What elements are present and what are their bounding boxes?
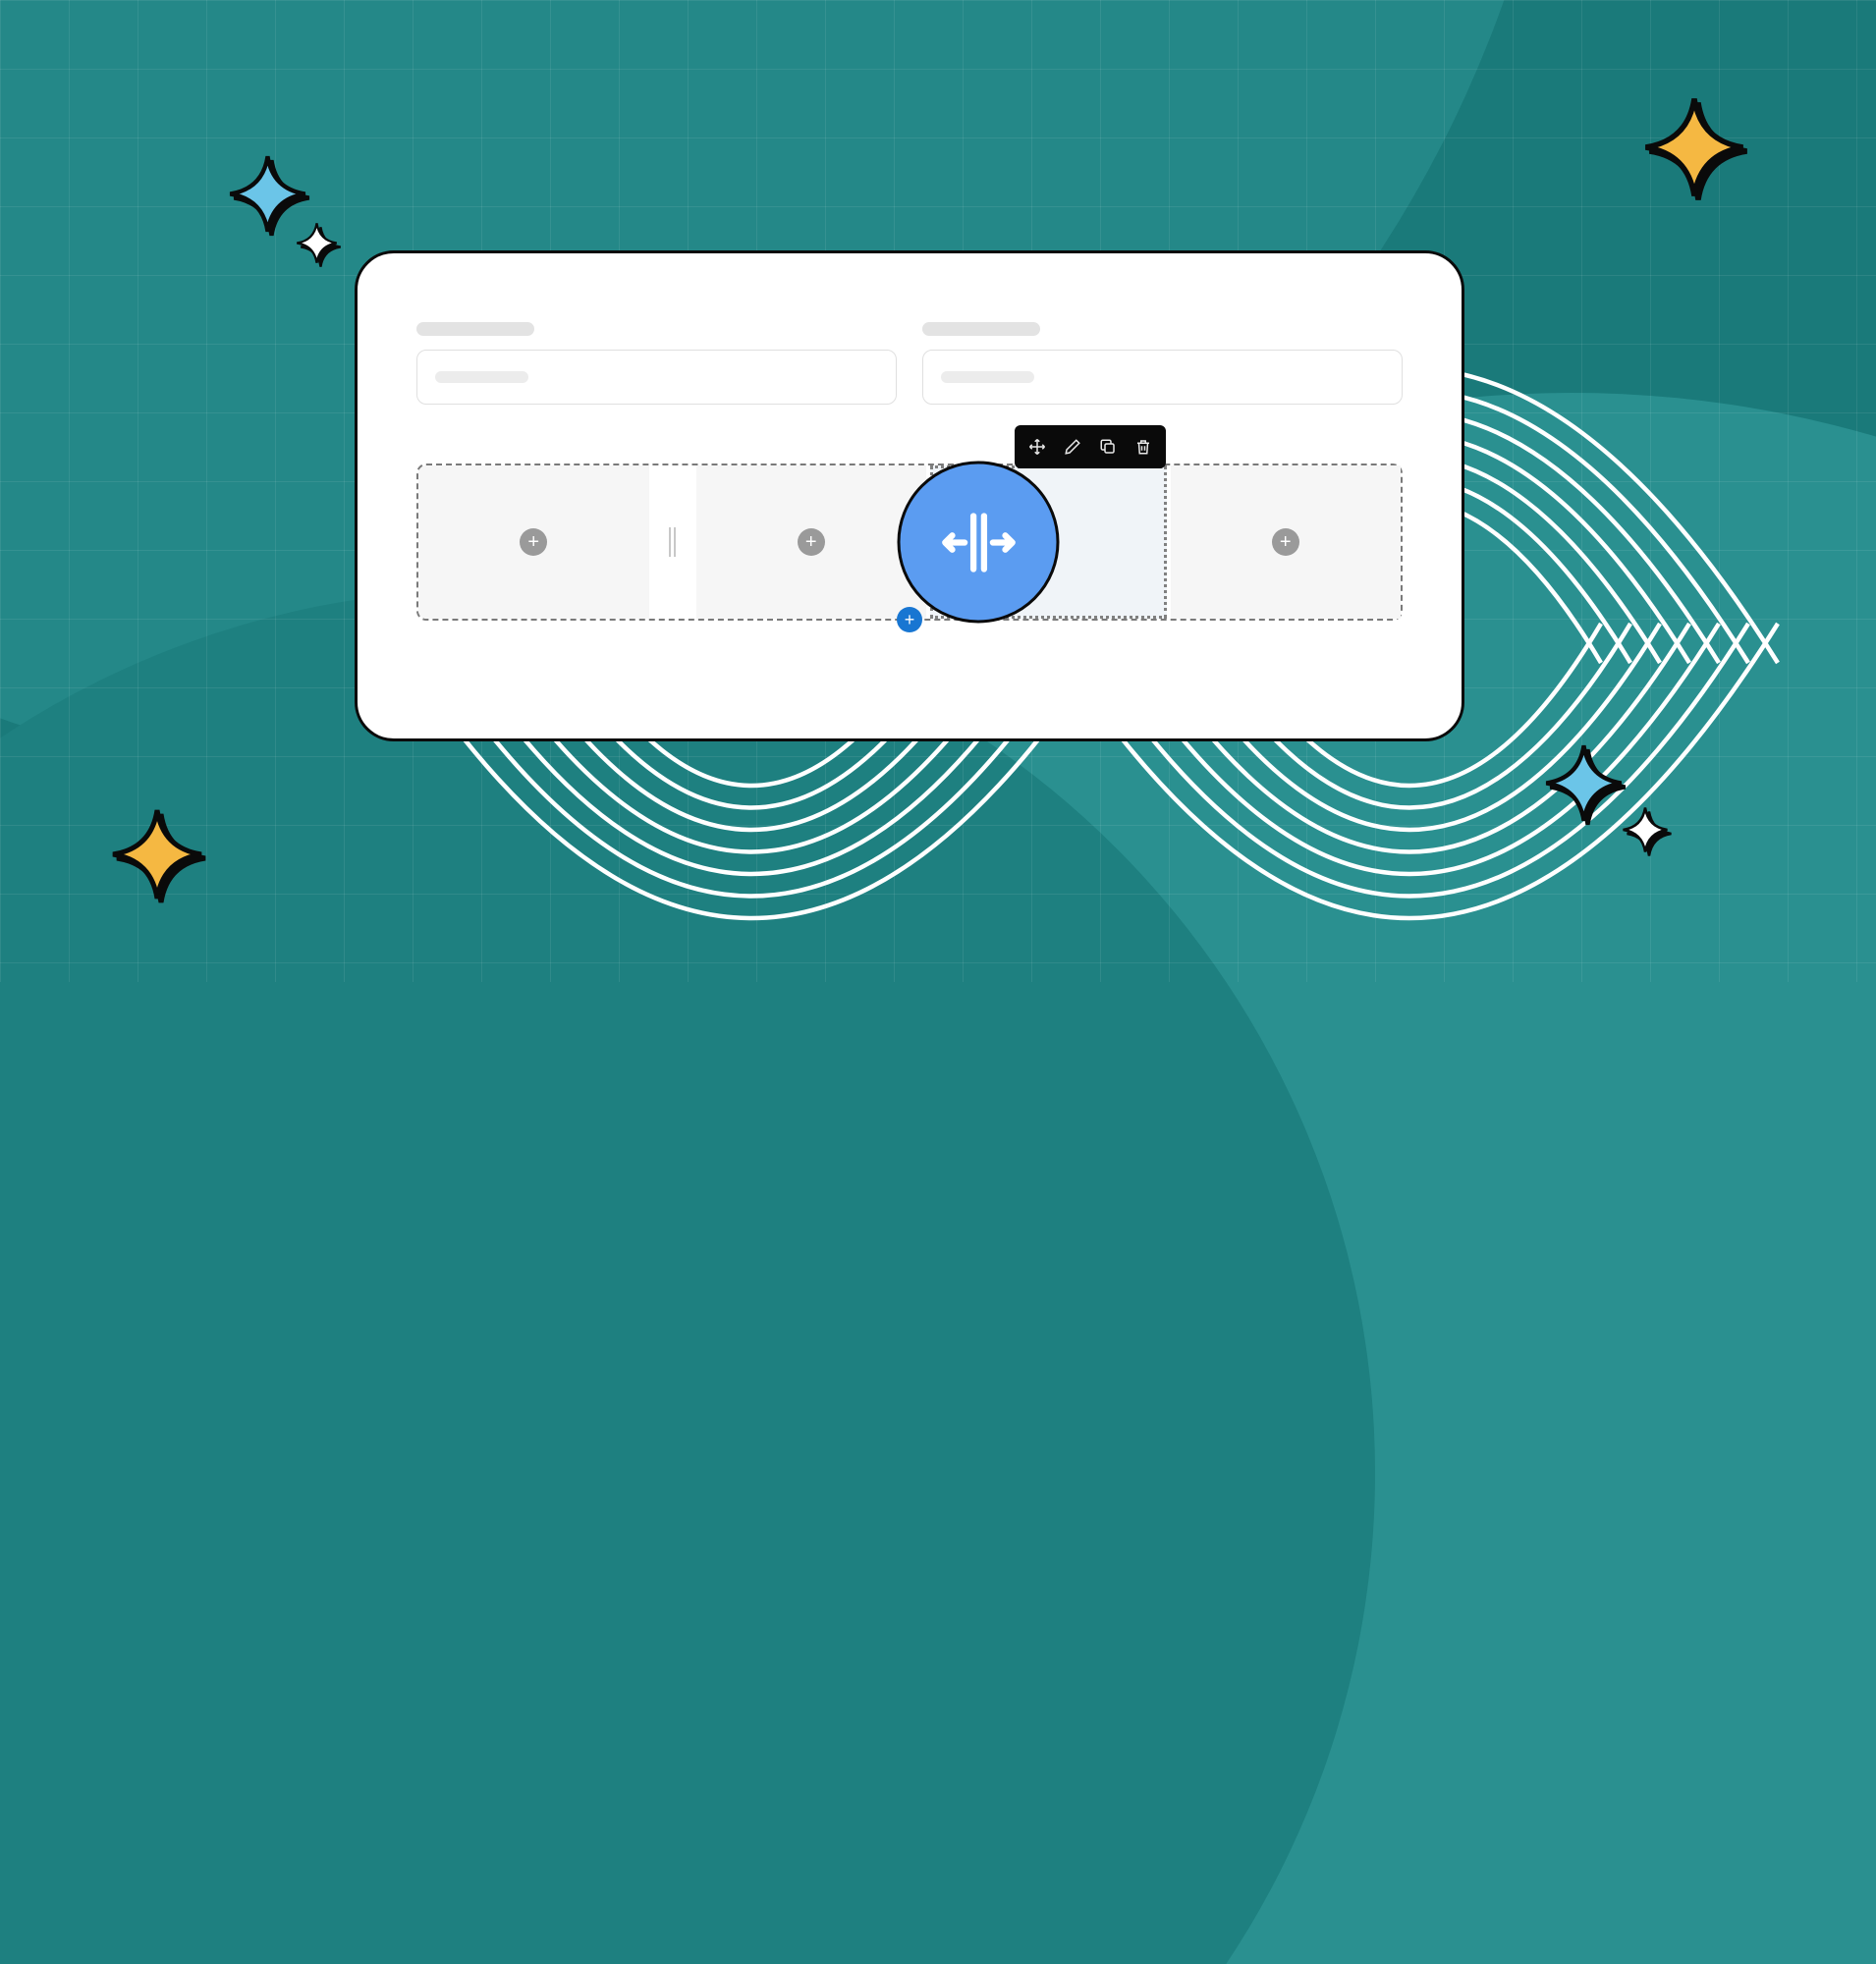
move-button[interactable] <box>1021 433 1054 461</box>
add-content-button[interactable]: + <box>1272 528 1299 556</box>
sparkle-icon <box>1640 93 1748 206</box>
column-divider[interactable] <box>653 465 692 619</box>
layout-cell[interactable]: + <box>418 465 649 619</box>
layout-cell[interactable]: + <box>696 465 927 619</box>
input-placeholder <box>941 371 1034 383</box>
layout-cell[interactable]: + <box>1171 465 1402 619</box>
form-fields-row <box>416 322 1403 405</box>
form-field <box>922 322 1403 405</box>
text-input[interactable] <box>416 350 897 405</box>
cell-toolbar <box>1015 425 1166 468</box>
plus-icon: + <box>805 532 817 552</box>
trash-icon <box>1134 438 1152 456</box>
layout-editor-card: + + + <box>355 250 1464 741</box>
copy-icon <box>1099 438 1117 456</box>
layout-builder-row: + + + <box>416 464 1403 621</box>
add-content-button[interactable]: + <box>798 528 825 556</box>
edit-icon <box>1064 438 1081 456</box>
field-label-placeholder <box>922 322 1040 336</box>
plus-icon: + <box>1280 532 1292 552</box>
sparkle-icon <box>108 805 206 908</box>
add-content-button[interactable]: + <box>520 528 547 556</box>
text-input[interactable] <box>922 350 1403 405</box>
plus-icon: + <box>905 610 915 630</box>
form-field <box>416 322 897 405</box>
sparkle-icon <box>295 221 339 270</box>
edit-button[interactable] <box>1056 433 1089 461</box>
move-icon <box>1028 438 1046 456</box>
field-label-placeholder <box>416 322 534 336</box>
add-row-button[interactable]: + <box>897 607 922 632</box>
delete-button[interactable] <box>1127 433 1160 461</box>
input-placeholder <box>435 371 528 383</box>
plus-icon: + <box>527 532 539 552</box>
split-horizontal-icon <box>934 498 1022 586</box>
sparkle-icon <box>1542 741 1626 830</box>
split-column-button[interactable] <box>898 462 1060 624</box>
sparkle-icon <box>1621 805 1670 859</box>
drag-handle-icon <box>669 527 676 557</box>
copy-button[interactable] <box>1091 433 1125 461</box>
